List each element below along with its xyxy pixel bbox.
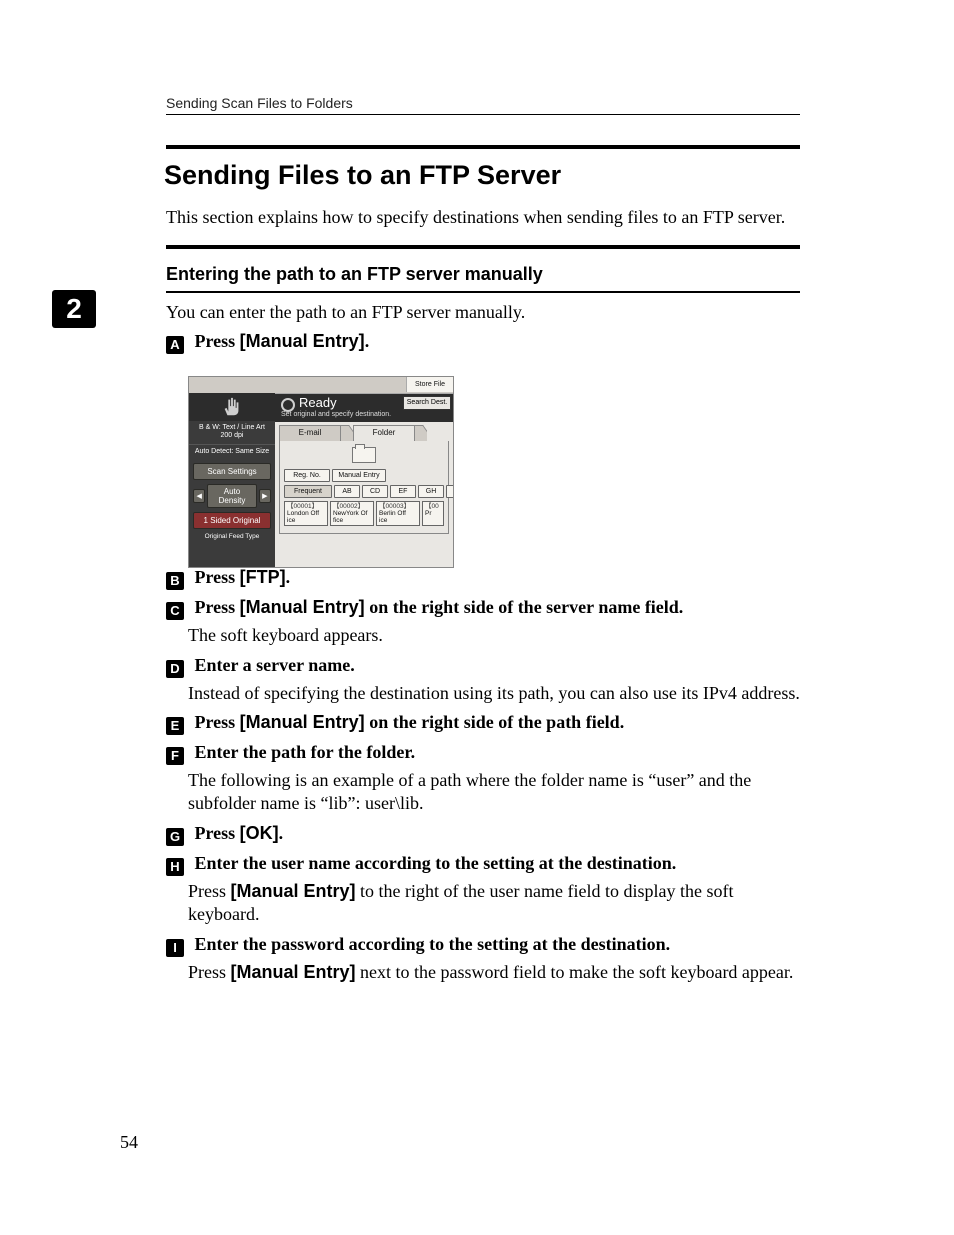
device-left-column: B & W: Text / Line Art 200 dpi Auto Dete… bbox=[189, 393, 275, 567]
tab-email[interactable]: E-mail bbox=[279, 425, 341, 441]
status-ready: Ready bbox=[299, 395, 337, 410]
device-top-bar: Store File bbox=[189, 377, 453, 394]
sub-rule-top bbox=[166, 245, 800, 249]
step-8-icon: H bbox=[166, 858, 184, 876]
step-8-head: Enter the user name according to the set… bbox=[195, 853, 677, 873]
step-3-head: Press [Manual Entry] on the right side o… bbox=[195, 597, 684, 617]
step-8-body: Press [Manual Entry] to the right of the… bbox=[188, 880, 800, 927]
tab-folder[interactable]: Folder bbox=[353, 425, 415, 441]
hand-icon bbox=[189, 393, 275, 421]
device-right-column: E-mail Folder Reg. No. Manual Entry Freq… bbox=[275, 421, 453, 567]
page-number: 54 bbox=[120, 1132, 138, 1153]
step-6-head: Enter the path for the folder. bbox=[195, 742, 416, 762]
step-9-icon: I bbox=[166, 939, 184, 957]
density-left-arrow-icon[interactable]: ◀ bbox=[193, 489, 205, 503]
device-status-bar: Ready Set original and specify destinati… bbox=[275, 394, 453, 422]
step-1-head: Press [Manual Entry]. bbox=[195, 331, 370, 351]
step-4: D Enter a server name. bbox=[166, 654, 800, 678]
manual-entry-button[interactable]: Manual Entry bbox=[332, 469, 386, 482]
index-ef[interactable]: EF bbox=[390, 485, 416, 498]
index-ij[interactable]: IJK bbox=[446, 485, 454, 498]
step-3-icon: C bbox=[166, 602, 184, 620]
step-3: C Press [Manual Entry] on the right side… bbox=[166, 596, 800, 620]
row-reg-manual: Reg. No. Manual Entry bbox=[284, 469, 444, 482]
sub-rule-bottom bbox=[166, 291, 800, 293]
density-right-arrow-icon[interactable]: ▶ bbox=[259, 489, 271, 503]
chapter-tab: 2 bbox=[52, 290, 96, 328]
device-panel-body: Reg. No. Manual Entry Frequent AB CD EF … bbox=[279, 441, 449, 534]
dest-3[interactable]: 【00003】 Berlin Off ice bbox=[376, 501, 420, 526]
step-9-head: Enter the password according to the sett… bbox=[195, 934, 671, 954]
device-tabs: E-mail Folder bbox=[279, 425, 449, 441]
step-7: G Press [OK]. bbox=[166, 822, 800, 846]
step-5-head: Press [Manual Entry] on the right side o… bbox=[195, 712, 625, 732]
step-4-icon: D bbox=[166, 660, 184, 678]
status-subtext: Set original and specify destination. bbox=[281, 411, 391, 418]
section-intro: This section explains how to specify des… bbox=[166, 206, 800, 229]
step-6-icon: F bbox=[166, 747, 184, 765]
auto-density-button[interactable]: Auto Density bbox=[207, 484, 256, 508]
step-2-icon: B bbox=[166, 572, 184, 590]
frequent-button[interactable]: Frequent bbox=[284, 485, 332, 498]
step-6-body: The following is an example of a path wh… bbox=[188, 769, 800, 816]
scan-mode-info: B & W: Text / Line Art 200 dpi bbox=[189, 421, 275, 445]
step-1-icon: A bbox=[166, 336, 184, 354]
reg-no-button[interactable]: Reg. No. bbox=[284, 469, 330, 482]
step-9: I Enter the password according to the se… bbox=[166, 933, 800, 957]
device-panel: Store File B & W: Text / Line Art 200 dp… bbox=[188, 376, 454, 568]
step-9-body: Press [Manual Entry] next to the passwor… bbox=[188, 961, 800, 984]
search-dest-button[interactable]: Search Dest. bbox=[403, 396, 451, 410]
dest-4[interactable]: 【00 Pr bbox=[422, 501, 444, 526]
step-8: H Enter the user name according to the s… bbox=[166, 852, 800, 876]
index-ab[interactable]: AB bbox=[334, 485, 360, 498]
scan-settings-button[interactable]: Scan Settings bbox=[193, 463, 271, 480]
step-5: E Press [Manual Entry] on the right side… bbox=[166, 711, 800, 735]
running-rule bbox=[166, 114, 800, 115]
sub-heading: Entering the path to an FTP server manua… bbox=[166, 263, 800, 286]
step-4-head: Enter a server name. bbox=[195, 655, 355, 675]
step-6: F Enter the path for the folder. bbox=[166, 741, 800, 765]
status-circle-icon bbox=[281, 398, 295, 412]
step-2-head: Press [FTP]. bbox=[195, 567, 291, 587]
index-cd[interactable]: CD bbox=[362, 485, 388, 498]
dest-2[interactable]: 【00002】 NewYork Of fice bbox=[330, 501, 374, 526]
auto-detect-info: Auto Detect: Same Size bbox=[189, 445, 275, 459]
step-5-icon: E bbox=[166, 717, 184, 735]
folder-icon bbox=[352, 447, 376, 463]
step-7-head: Press [OK]. bbox=[195, 823, 284, 843]
step-4-body: Instead of specifying the destination us… bbox=[188, 682, 800, 705]
step-3-body: The soft keyboard appears. bbox=[188, 624, 800, 647]
section-title: Sending Files to an FTP Server bbox=[164, 160, 800, 191]
auto-density-row: ◀ Auto Density ▶ bbox=[193, 484, 271, 508]
step-2: B Press [FTP]. bbox=[166, 566, 800, 590]
feed-type-label: Original Feed Type bbox=[189, 533, 275, 544]
row-destinations: 【00001】 London Off ice 【00002】 NewYork O… bbox=[284, 501, 444, 526]
step-7-icon: G bbox=[166, 828, 184, 846]
one-sided-button[interactable]: 1 Sided Original bbox=[193, 512, 271, 529]
dest-1[interactable]: 【00001】 London Off ice bbox=[284, 501, 328, 526]
index-gh[interactable]: GH bbox=[418, 485, 444, 498]
row-index: Frequent AB CD EF GH IJK bbox=[284, 485, 444, 498]
store-file-button[interactable]: Store File bbox=[406, 377, 453, 392]
section-rule-top bbox=[166, 145, 800, 149]
sub-intro: You can enter the path to an FTP server … bbox=[166, 301, 800, 324]
step-1: A Press [Manual Entry]. bbox=[166, 330, 800, 354]
running-head: Sending Scan Files to Folders bbox=[166, 95, 353, 111]
